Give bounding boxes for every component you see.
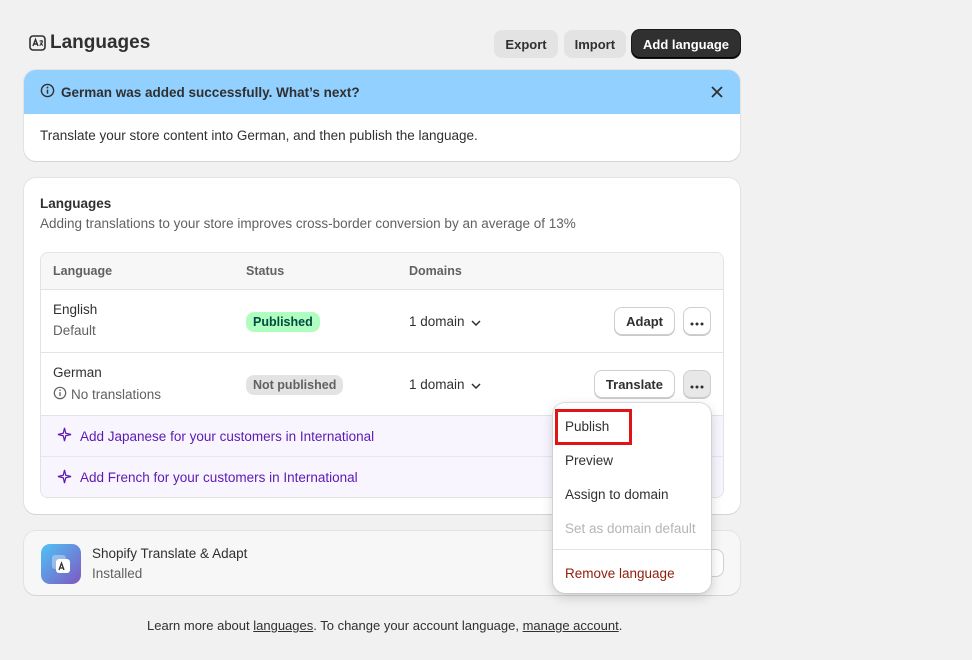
page-title: Languages	[28, 32, 150, 54]
language-name: German	[53, 365, 102, 380]
domain-dropdown[interactable]: 1 domain	[409, 377, 481, 392]
col-language: Language	[53, 264, 113, 278]
menu-item-assign-domain[interactable]: Assign to domain	[553, 477, 711, 511]
page-header: Languages Export Import Add language	[28, 30, 740, 58]
adapt-button[interactable]: Adapt	[614, 307, 675, 335]
success-banner: German was added successfully. What’s ne…	[24, 70, 740, 161]
menu-item-remove-language[interactable]: Remove language	[553, 556, 711, 590]
table-header: Language Status Domains	[41, 253, 723, 290]
page-title-text: Languages	[50, 32, 151, 53]
menu-item-set-default: Set as domain default	[565, 520, 696, 536]
info-icon	[53, 386, 67, 403]
header-actions: Export Import Add language	[494, 30, 740, 58]
menu-item-preview[interactable]: Preview	[553, 443, 711, 477]
table-row-english: English Default Published 1 domain Adapt	[41, 290, 723, 353]
add-language-button[interactable]: Add language	[632, 30, 740, 58]
language-name: English	[53, 302, 98, 317]
app-status: Installed	[92, 566, 143, 581]
chevron-down-icon	[471, 314, 481, 329]
language-cell: English Default	[53, 302, 97, 338]
footer-prefix: Learn more about	[147, 618, 254, 633]
more-icon	[690, 314, 704, 329]
section-title: Languages	[40, 196, 112, 211]
status-badge: Not published	[246, 375, 344, 395]
status-badge: Published	[246, 312, 320, 332]
footer-text: Learn more about languages. To change yo…	[147, 618, 622, 633]
language-sub: Default	[53, 323, 96, 338]
language-sub: No translations	[53, 386, 161, 403]
row-actions: Translate	[593, 370, 711, 398]
info-icon	[40, 83, 55, 101]
sparkle-icon	[57, 427, 72, 445]
menu-divider	[553, 549, 711, 550]
highlight-box	[555, 409, 632, 445]
domain-label: 1 domain	[409, 377, 465, 392]
banner-header: German was added successfully. What’s ne…	[24, 70, 740, 114]
more-actions-button[interactable]	[683, 370, 711, 398]
chevron-down-icon	[471, 377, 481, 392]
col-status: Status	[246, 264, 285, 278]
banner-body: Translate your store content into German…	[40, 128, 478, 143]
import-button[interactable]: Import	[563, 30, 627, 58]
row-actions: Adapt	[614, 307, 711, 335]
sparkle-icon	[57, 469, 72, 487]
language-icon	[28, 34, 46, 52]
app-name: Shopify Translate & Adapt	[92, 546, 248, 561]
languages-link[interactable]: languages	[253, 618, 313, 633]
translate-app-icon	[41, 544, 81, 584]
footer-suffix: .	[618, 618, 623, 633]
translate-button[interactable]: Translate	[593, 370, 675, 398]
suggestion-text: Add Japanese for your customers in Inter…	[80, 428, 375, 444]
footer-middle: . To change your account language,	[313, 618, 523, 633]
section-subtitle: Adding translations to your store improv…	[40, 216, 576, 231]
domain-dropdown[interactable]: 1 domain	[409, 314, 481, 329]
banner-title: German was added successfully. What’s ne…	[61, 84, 360, 100]
col-domains: Domains	[409, 264, 462, 278]
language-cell: German No translations	[53, 365, 161, 403]
more-icon	[690, 377, 704, 392]
close-icon[interactable]	[708, 83, 726, 101]
more-actions-button[interactable]	[683, 307, 711, 335]
language-sub-text: No translations	[71, 387, 162, 402]
manage-account-link[interactable]: manage account	[523, 618, 619, 633]
domain-label: 1 domain	[409, 314, 465, 329]
suggestion-text: Add French for your customers in Interna…	[80, 470, 358, 485]
export-button[interactable]: Export	[494, 30, 558, 58]
